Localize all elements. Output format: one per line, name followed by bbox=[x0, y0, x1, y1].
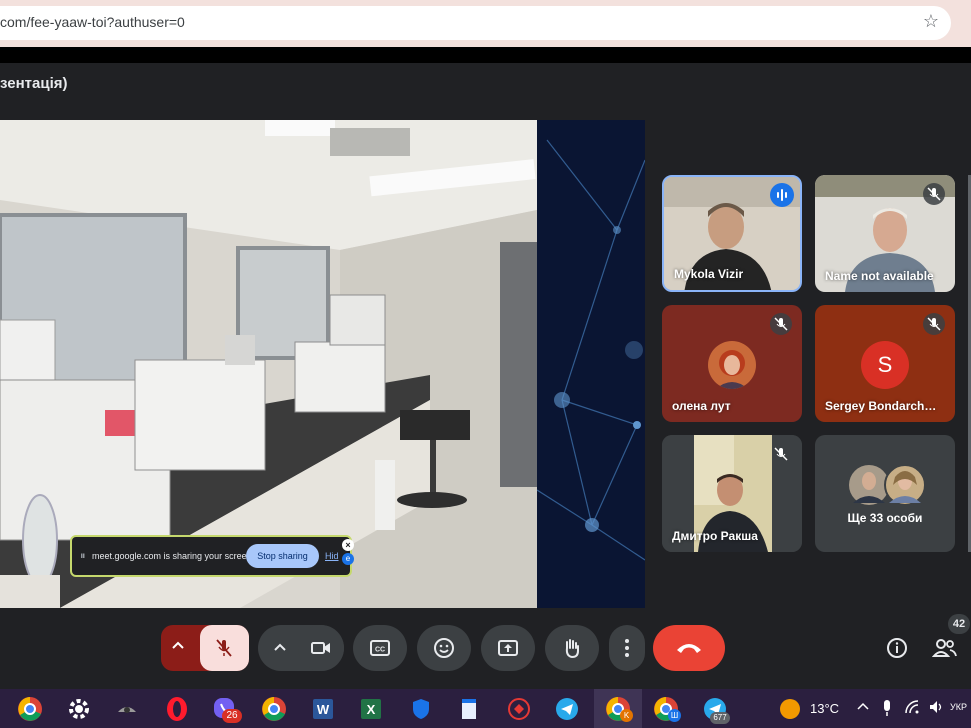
presentation-title: зентація) bbox=[0, 75, 68, 92]
mic-toggle-button[interactable] bbox=[200, 625, 249, 671]
weather-icon[interactable] bbox=[780, 699, 800, 719]
participant-tile[interactable]: Дмитро Ракша bbox=[662, 435, 802, 552]
participant-tile[interactable]: S Sergey Bondarch… bbox=[815, 305, 955, 422]
captions-icon: CC bbox=[370, 640, 390, 656]
reactions-button[interactable] bbox=[417, 625, 471, 671]
word-icon[interactable]: W bbox=[310, 696, 336, 722]
mic-off-icon bbox=[770, 443, 792, 465]
camera-toggle-button[interactable] bbox=[298, 625, 344, 671]
more-options-button[interactable] bbox=[609, 625, 645, 671]
present-screen-icon bbox=[498, 640, 518, 656]
avatar-initial: S bbox=[861, 341, 909, 389]
microphone-icon[interactable] bbox=[880, 699, 894, 722]
volume-icon[interactable] bbox=[928, 699, 944, 720]
edge-icon: e bbox=[342, 553, 354, 565]
participant-name: Дмитро Ракша bbox=[672, 529, 758, 543]
more-participants-label: Ще 33 особи bbox=[847, 511, 923, 525]
browser-divider bbox=[0, 47, 971, 63]
participant-avatars bbox=[849, 464, 926, 506]
share-message: meet.google.com is sharing your screen. bbox=[92, 551, 255, 561]
people-count-badge: 42 bbox=[948, 614, 970, 634]
hand-icon bbox=[565, 639, 579, 659]
meeting-header: зентація) bbox=[0, 63, 971, 103]
language-indicator[interactable]: УКР bbox=[950, 702, 971, 712]
app-icon[interactable] bbox=[114, 696, 140, 722]
participant-name: Sergey Bondarch… bbox=[825, 399, 937, 413]
meet-window: com/fee-yaaw-toi?authuser=0 ☆ зентація) bbox=[0, 0, 971, 728]
temperature[interactable]: 13°C bbox=[810, 701, 839, 716]
participant-name: Mykola Vizir bbox=[674, 267, 744, 281]
participant-tile[interactable]: Mykola Vizir bbox=[662, 175, 802, 292]
wifi-icon[interactable] bbox=[904, 699, 920, 720]
chrome-profile-icon[interactable] bbox=[17, 696, 43, 722]
chevron-up-icon bbox=[172, 641, 184, 649]
raise-hand-button[interactable] bbox=[545, 625, 599, 671]
participant-tile[interactable]: олена лут bbox=[662, 305, 802, 422]
opera-icon[interactable] bbox=[164, 696, 190, 722]
stop-sharing-button[interactable]: Stop sharing bbox=[246, 544, 319, 568]
close-icon[interactable]: × bbox=[342, 539, 354, 551]
participant-name: олена лут bbox=[672, 399, 731, 413]
leave-call-button[interactable] bbox=[653, 625, 725, 671]
mic-options-button[interactable] bbox=[170, 638, 186, 657]
url-text[interactable]: com/fee-yaaw-toi?authuser=0 bbox=[0, 14, 185, 30]
mic-off-icon bbox=[923, 183, 945, 205]
telegram-badge: 677 bbox=[710, 712, 730, 724]
people-button[interactable] bbox=[931, 636, 958, 660]
camera-icon bbox=[311, 642, 330, 654]
star-icon[interactable]: ☆ bbox=[923, 11, 939, 32]
end-call-icon bbox=[677, 644, 701, 653]
participant-name: Name not available bbox=[825, 269, 934, 283]
meeting-info-button[interactable] bbox=[885, 636, 909, 660]
hide-link[interactable]: Hid bbox=[325, 551, 339, 561]
avatar bbox=[708, 341, 756, 389]
app-red-icon[interactable] bbox=[506, 696, 532, 722]
svg-text:W: W bbox=[317, 702, 330, 717]
taskbar: 26 W X K Ш 677 13°C УКР bbox=[0, 689, 971, 728]
pause-icon: ⏸ bbox=[80, 550, 86, 562]
mic-off-icon bbox=[216, 639, 232, 657]
camera-options-button[interactable] bbox=[272, 640, 288, 661]
security-shield-icon[interactable] bbox=[408, 696, 434, 722]
mic-off-icon bbox=[923, 313, 945, 335]
address-bar[interactable]: com/fee-yaaw-toi?authuser=0 ☆ bbox=[0, 6, 951, 40]
chevron-up-icon[interactable] bbox=[856, 700, 870, 719]
participant-tile[interactable]: Name not available bbox=[815, 175, 955, 292]
screen-share-notice: ⏸ meet.google.com is sharing your screen… bbox=[70, 535, 354, 577]
notepad-icon[interactable] bbox=[456, 696, 482, 722]
excel-icon[interactable]: X bbox=[358, 696, 384, 722]
present-button[interactable] bbox=[481, 625, 535, 671]
viber-badge: 26 bbox=[222, 709, 242, 723]
mic-off-icon bbox=[770, 313, 792, 335]
network-background bbox=[537, 120, 645, 608]
captions-button[interactable]: CC bbox=[353, 625, 407, 671]
browser-toolbar: com/fee-yaaw-toi?authuser=0 ☆ bbox=[0, 0, 971, 47]
chevron-up-icon bbox=[274, 643, 286, 651]
svg-text:X: X bbox=[367, 702, 376, 717]
emoji-icon bbox=[434, 638, 454, 658]
chrome-k-badge: K bbox=[620, 709, 633, 722]
telegram-icon[interactable] bbox=[554, 696, 580, 722]
more-vert-icon bbox=[625, 639, 629, 657]
more-participants-tile[interactable]: Ще 33 особи bbox=[815, 435, 955, 552]
svg-text:CC: CC bbox=[375, 647, 385, 654]
settings-icon[interactable] bbox=[66, 696, 92, 722]
people-icon bbox=[931, 639, 957, 657]
speaking-indicator-icon bbox=[770, 183, 794, 207]
chrome-icon[interactable] bbox=[261, 696, 287, 722]
info-icon bbox=[887, 638, 907, 658]
chrome-sh-badge: Ш bbox=[668, 709, 681, 722]
